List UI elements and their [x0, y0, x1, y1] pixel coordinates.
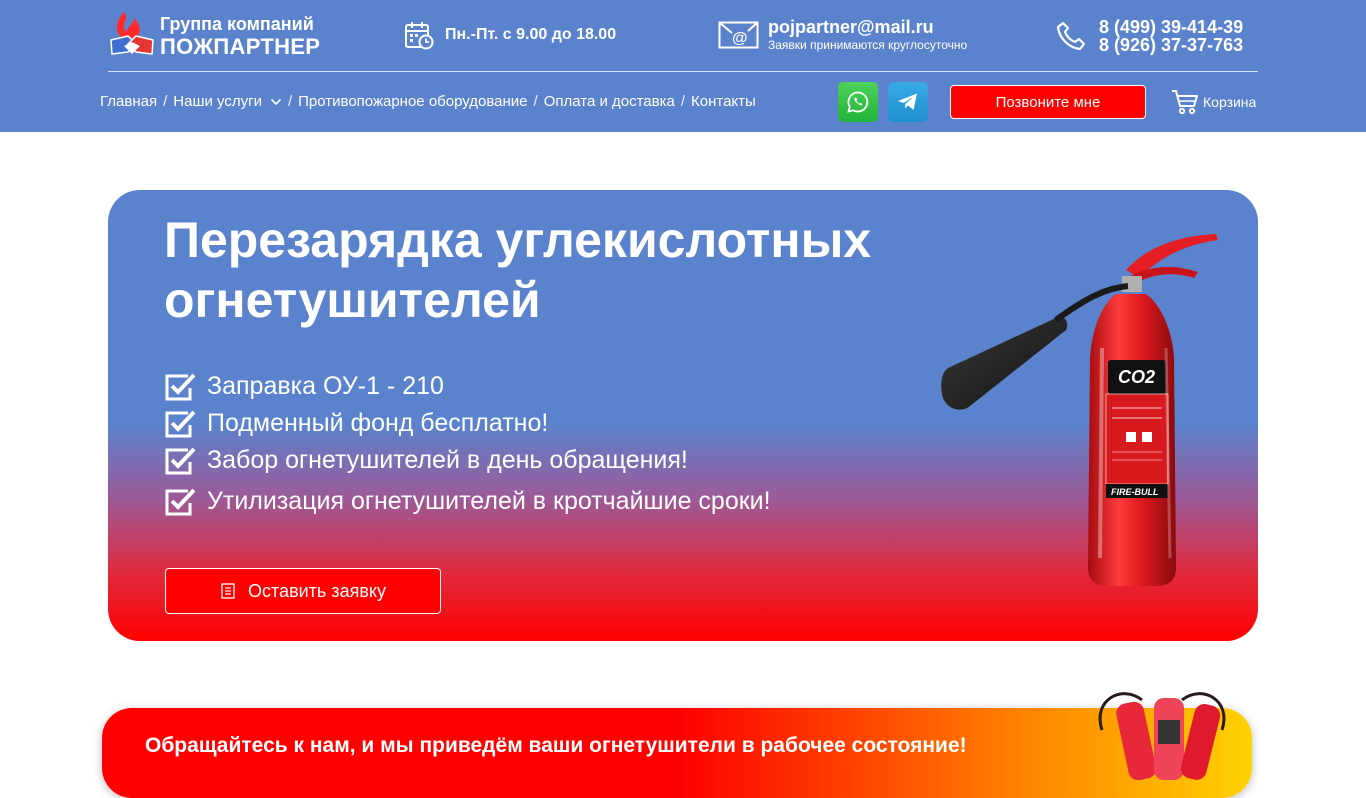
hero-title: Перезарядка углекислотных огнетушителей: [164, 212, 872, 328]
phone-block: 8 (499) 39-414-39 8 (926) 37-37-763: [1057, 18, 1243, 54]
nav-item-payment-delivery[interactable]: Оплата и доставка: [544, 93, 675, 110]
document-list-icon: [221, 583, 235, 599]
main-nav: Главная / Наши услуги / Противопожарное …: [100, 93, 756, 110]
nav-separator: /: [533, 93, 538, 110]
working-hours: Пн.-Пт. с 9.00 до 18.00: [404, 20, 616, 50]
svg-text:@: @: [732, 30, 748, 47]
whatsapp-button[interactable]: [838, 82, 878, 122]
cart-link[interactable]: Корзина: [1171, 89, 1256, 115]
checkbox-check-icon: [165, 488, 196, 515]
extinguisher-brand: FIRE-BULL: [1111, 487, 1159, 497]
nav-item-services[interactable]: Наши услуги: [173, 93, 282, 110]
telegram-button[interactable]: [888, 82, 928, 122]
promo-banner: Обращайтесь к нам, и мы приведём ваши ог…: [102, 692, 1252, 798]
email-icon: @: [718, 21, 759, 48]
phone-number-2[interactable]: 8 (926) 37-37-763: [1099, 36, 1243, 54]
cta-label: Оставить заявку: [248, 580, 386, 601]
hero-section: Перезарядка углекислотных огнетушителей …: [108, 190, 1258, 641]
feature-text: Забор огнетушителей в день обращения!: [207, 446, 688, 474]
feature-list: Заправка ОУ-1 - 210 Подменный фонд беспл…: [164, 368, 771, 520]
phone-number-1[interactable]: 8 (499) 39-414-39: [1099, 18, 1243, 36]
email-address[interactable]: pojpartner@mail.ru: [768, 18, 967, 36]
extinguishers-image: [1098, 692, 1226, 780]
extinguisher-label: CO2: [1118, 367, 1155, 387]
checkbox-check-icon: [165, 410, 196, 437]
calendar-clock-icon: [405, 22, 434, 50]
email-note: Заявки принимаются круглосуточно: [768, 38, 968, 52]
whatsapp-icon: [847, 91, 869, 113]
nav-separator: /: [287, 93, 293, 110]
list-item: Забор огнетушителей в день обращения!: [164, 442, 771, 479]
logo-emblem-icon: [108, 10, 156, 62]
feature-text: Заправка ОУ-1 - 210: [207, 372, 444, 400]
chevron-down-icon[interactable]: [270, 96, 282, 108]
nav-item-services-label: Наши услуги: [173, 93, 262, 110]
cart-icon: [1172, 90, 1198, 115]
call-me-button[interactable]: Позвоните мне: [950, 85, 1146, 119]
checkbox-check-icon: [165, 447, 196, 474]
feature-text: Подменный фонд бесплатно!: [207, 409, 549, 437]
banner-text: Обращайтесь к нам, и мы приведём ваши ог…: [145, 734, 967, 757]
nav-item-home[interactable]: Главная: [100, 93, 157, 110]
nav-separator: /: [163, 93, 168, 110]
header-divider: [108, 71, 1258, 72]
logo-line1: Группа компаний: [160, 13, 314, 34]
list-item: Утилизация огнетушителей в кротчайшие ср…: [164, 483, 771, 520]
logo[interactable]: Группа компаний ПОЖПАРТНЕР: [108, 10, 328, 62]
cart-label: Корзина: [1203, 94, 1257, 110]
nav-item-contacts[interactable]: Контакты: [691, 93, 756, 110]
phone-icon: [1057, 21, 1085, 51]
list-item: Заправка ОУ-1 - 210: [164, 368, 771, 405]
co2-extinguisher-image: CO2 FIRE-BULL: [941, 234, 1218, 586]
nav-separator: /: [680, 93, 686, 110]
site-header: Группа компаний ПОЖПАРТНЕР Пн.-Пт. с 9.0…: [0, 0, 1366, 132]
checkbox-check-icon: [165, 373, 196, 400]
logo-line2: ПОЖПАРТНЕР: [160, 33, 321, 59]
nav-item-equipment[interactable]: Противопожарное оборудование: [298, 93, 527, 110]
feature-text: Утилизация огнетушителей в кротчайшие ср…: [207, 487, 771, 515]
submit-request-button[interactable]: Оставить заявку: [165, 568, 441, 614]
email-block[interactable]: @ pojpartner@mail.ru Заявки принимаются …: [718, 18, 967, 51]
list-item: Подменный фонд бесплатно!: [164, 405, 771, 442]
telegram-icon: [898, 93, 917, 110]
hours-text: Пн.-Пт. с 9.00 до 18.00: [445, 26, 617, 43]
